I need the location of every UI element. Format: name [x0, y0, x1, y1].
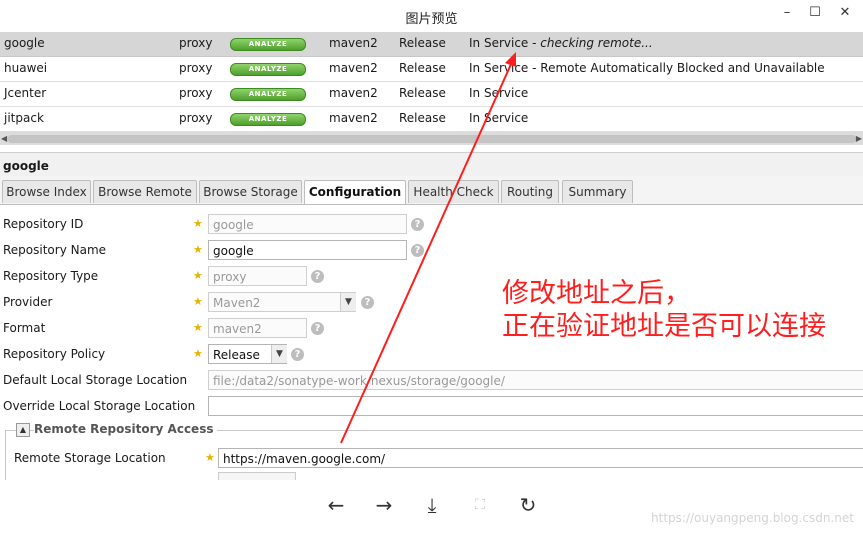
- help-icon[interactable]: ?: [311, 270, 324, 283]
- repo-status: In Service: [469, 86, 529, 100]
- annotation-line-1: 修改地址之后，: [502, 278, 691, 309]
- chevron-down-icon[interactable]: ▼: [271, 345, 287, 363]
- required-star-icon: ★: [193, 295, 203, 308]
- format-field[interactable]: maven2: [208, 318, 307, 338]
- repo-status: In Service: [469, 111, 529, 125]
- table-row[interactable]: jitpack proxy ANALYZE maven2 Release In …: [0, 107, 863, 132]
- chevron-down-icon[interactable]: ▼: [340, 293, 356, 311]
- detail-panel-header: google: [0, 152, 863, 177]
- next-icon[interactable]: →: [371, 492, 397, 518]
- minimize-button[interactable]: –: [774, 4, 800, 22]
- repo-type: proxy: [179, 86, 213, 100]
- repo-id-field[interactable]: google: [208, 214, 407, 234]
- repo-policy: Release: [399, 86, 446, 100]
- fit-screen-icon[interactable]: ⛶: [467, 492, 493, 518]
- required-star-icon: ★: [193, 347, 203, 360]
- horizontal-scrollbar[interactable]: ◀ ▶: [0, 132, 863, 145]
- close-button[interactable]: ✕: [832, 4, 858, 22]
- download-icon[interactable]: ⤓: [419, 492, 445, 518]
- tab-summary[interactable]: Summary: [562, 180, 633, 203]
- provider-label: Provider: [3, 295, 53, 309]
- window-title: 图片预览: [405, 12, 458, 27]
- help-icon[interactable]: ?: [411, 244, 424, 257]
- repo-name: huawei: [4, 61, 48, 75]
- provider-select[interactable]: Maven2: [208, 292, 356, 312]
- window-titlebar: 图片预览 – ☐ ✕: [0, 0, 863, 32]
- viewer-toolbar: ← → ⤓ ⛶ ↻ https://ouyangpeng.blog.csdn.n…: [0, 480, 863, 535]
- tab-configuration[interactable]: Configuration: [304, 180, 406, 204]
- analyze-button[interactable]: ANALYZE: [230, 38, 306, 51]
- scroll-left-icon[interactable]: ◀: [1, 132, 7, 145]
- repo-name: jitpack: [4, 111, 44, 125]
- watermark: https://ouyangpeng.blog.csdn.net: [651, 511, 854, 525]
- required-star-icon: ★: [193, 269, 203, 282]
- annotation-text: 修改地址之后， 正在验证地址是否可以连接: [502, 277, 826, 343]
- repo-type: proxy: [179, 36, 213, 50]
- repo-policy: Release: [399, 111, 446, 125]
- repo-type-label: Repository Type: [3, 269, 99, 283]
- repo-type-field[interactable]: proxy: [208, 266, 307, 286]
- default-storage-label: Default Local Storage Location: [3, 373, 188, 387]
- repo-format: maven2: [329, 86, 378, 100]
- tab-routing[interactable]: Routing: [501, 180, 559, 203]
- scroll-right-icon[interactable]: ▶: [856, 132, 862, 145]
- analyze-button[interactable]: ANALYZE: [230, 113, 306, 126]
- repo-status-detail: checking remote...: [540, 36, 653, 50]
- override-storage-field[interactable]: [208, 396, 863, 416]
- repo-name: Jcenter: [4, 86, 47, 100]
- repo-status: In Service - Remote Automatically Blocke…: [469, 61, 825, 75]
- previous-icon[interactable]: ←: [323, 492, 349, 518]
- repo-name-label: Repository Name: [3, 243, 107, 257]
- fieldset-border: [5, 430, 6, 480]
- override-storage-label: Override Local Storage Location: [3, 399, 196, 413]
- analyze-button[interactable]: ANALYZE: [230, 88, 306, 101]
- annotation-line-2: 正在验证地址是否可以连接: [502, 311, 826, 342]
- required-star-icon: ★: [193, 243, 203, 256]
- collapse-icon[interactable]: ▲: [16, 423, 30, 437]
- repo-name: google: [4, 36, 45, 50]
- required-star-icon: ★: [193, 217, 203, 230]
- table-row[interactable]: Jcenter proxy ANALYZE maven2 Release In …: [0, 82, 863, 107]
- repo-status-text: In Service -: [469, 36, 541, 50]
- format-label: Format: [3, 321, 46, 335]
- tab-browse-index[interactable]: Browse Index: [2, 180, 91, 203]
- help-icon[interactable]: ?: [411, 218, 424, 231]
- scrollbar-thumb[interactable]: [8, 135, 856, 143]
- repo-id-label: Repository ID: [3, 217, 84, 231]
- repo-status: In Service - checking remote...: [469, 36, 653, 50]
- tab-browse-storage[interactable]: Browse Storage: [199, 180, 302, 203]
- default-storage-field[interactable]: file:/data2/sonatype-work/nexus/storage/…: [208, 370, 863, 390]
- repo-type: proxy: [179, 61, 213, 75]
- table-row[interactable]: huawei proxy ANALYZE maven2 Release In S…: [0, 57, 863, 82]
- policy-label: Repository Policy: [3, 347, 106, 361]
- remote-location-label: Remote Storage Location: [14, 451, 166, 465]
- rotate-icon[interactable]: ↻: [515, 492, 541, 518]
- required-star-icon: ★: [205, 451, 215, 464]
- help-icon[interactable]: ?: [311, 322, 324, 335]
- table-row[interactable]: google proxy ANALYZE maven2 Release In S…: [0, 32, 863, 57]
- analyze-button[interactable]: ANALYZE: [230, 63, 306, 76]
- repo-policy: Release: [399, 61, 446, 75]
- detail-tabs: Browse Index Browse Remote Browse Storag…: [0, 176, 863, 205]
- required-star-icon: ★: [193, 321, 203, 334]
- remote-access-legend: Remote Repository Access: [34, 422, 218, 436]
- detail-title: google: [3, 159, 49, 173]
- repo-format: maven2: [329, 111, 378, 125]
- tab-browse-remote[interactable]: Browse Remote: [93, 180, 197, 203]
- repo-format: maven2: [329, 61, 378, 75]
- repo-name-field[interactable]: google: [208, 240, 407, 260]
- maximize-button[interactable]: ☐: [802, 4, 828, 22]
- help-icon[interactable]: ?: [291, 348, 304, 361]
- repo-type: proxy: [179, 111, 213, 125]
- remote-location-field[interactable]: https://maven.google.com/: [218, 448, 863, 468]
- tab-health-check[interactable]: Health Check: [408, 180, 499, 203]
- repo-format: maven2: [329, 36, 378, 50]
- help-icon[interactable]: ?: [361, 296, 374, 309]
- repository-grid: google proxy ANALYZE maven2 Release In S…: [0, 32, 863, 132]
- repo-policy: Release: [399, 36, 446, 50]
